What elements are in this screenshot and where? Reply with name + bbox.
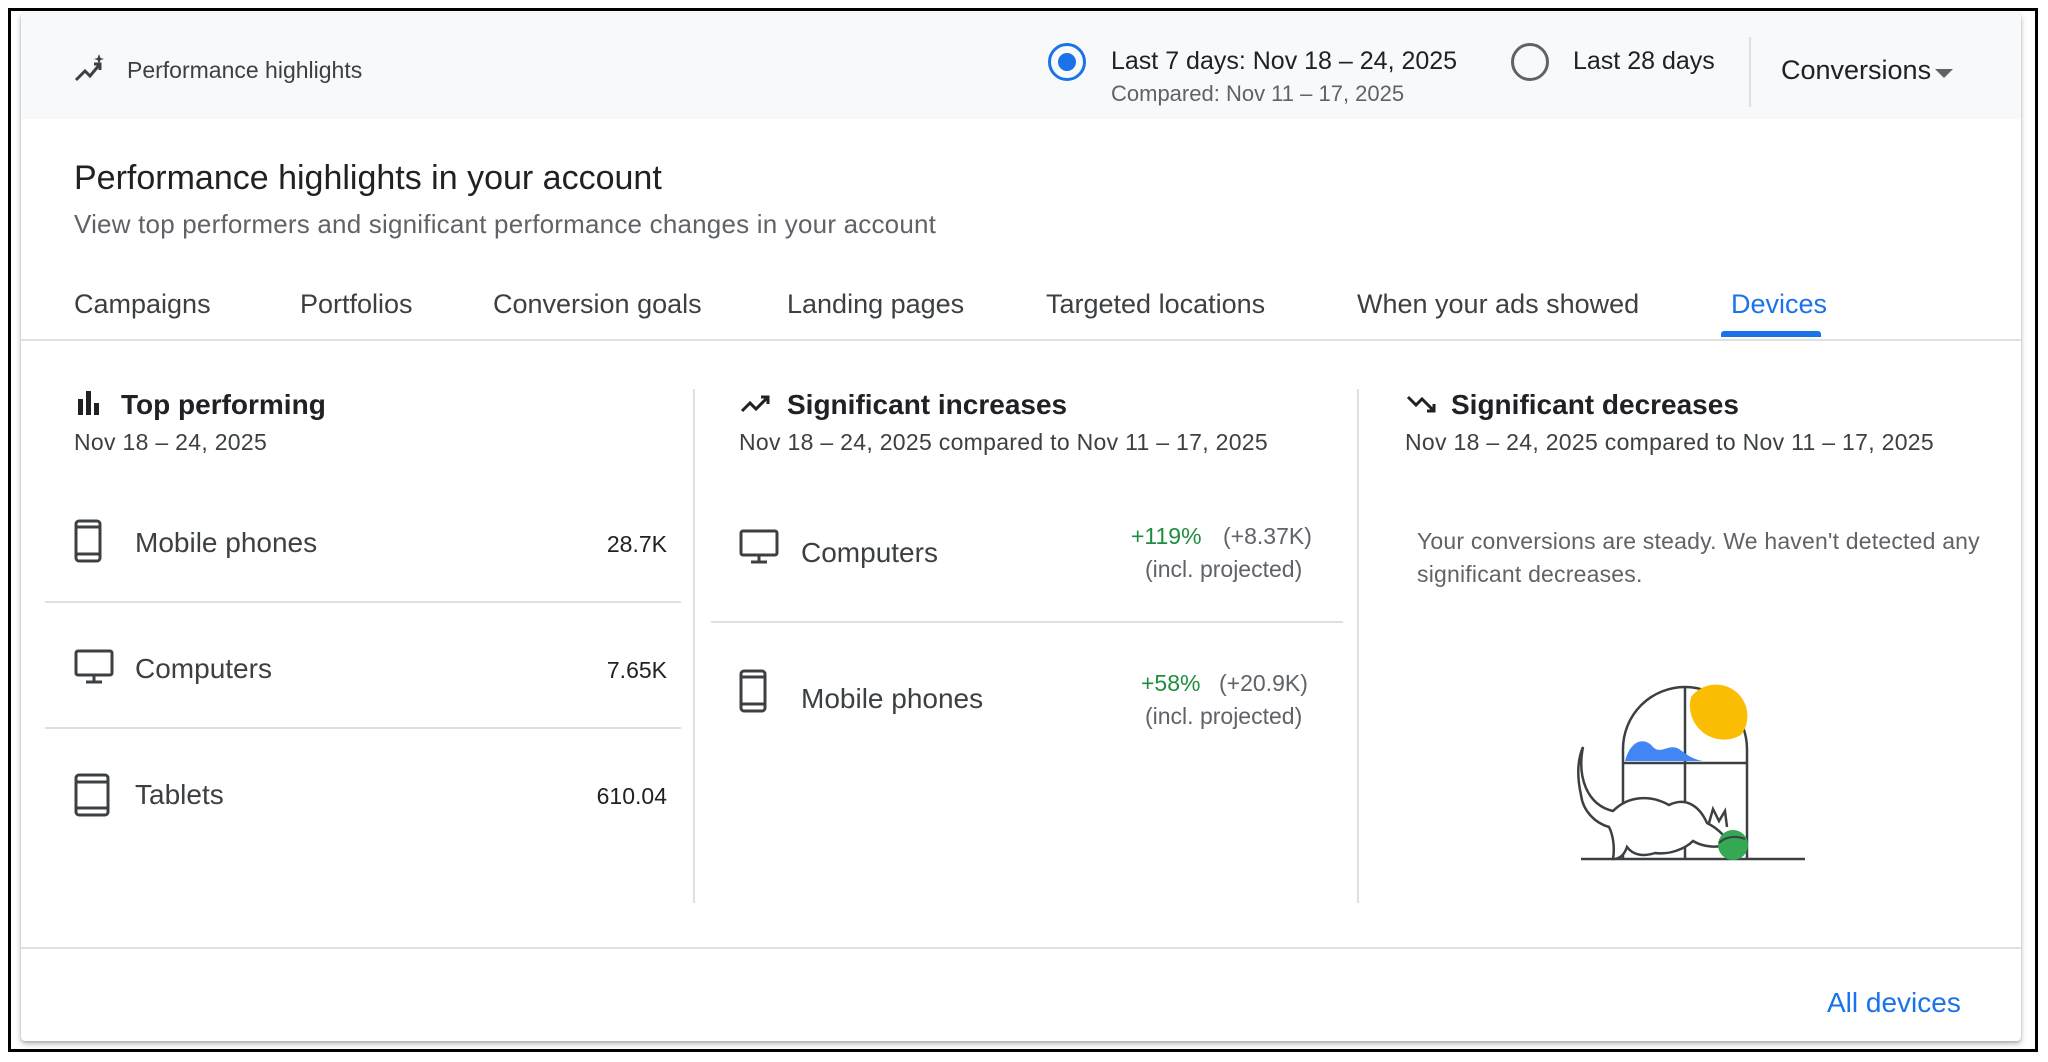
performance-highlights-card: Performance highlights Last 7 days: Nov … [21, 13, 2021, 1041]
row-divider [711, 621, 1343, 623]
metric-dropdown[interactable]: Conversions [1761, 33, 1981, 103]
footer-divider [21, 947, 2021, 949]
top-row-tablets-value: 610.04 [596, 783, 667, 809]
tab-campaigns[interactable]: Campaigns [74, 289, 211, 320]
row-divider [45, 601, 681, 603]
compared-range-label: Compared: Nov 11 – 17, 2025 [1111, 81, 1405, 106]
increase-row-mobile-phones-percent: +58% [1141, 670, 1201, 696]
increase-row-computers-percent: +119% [1131, 523, 1202, 549]
metric-dropdown-label: Conversions [1781, 55, 1932, 85]
computer-icon [739, 529, 779, 564]
increase-row-computers-note: (incl. projected) [1145, 556, 1303, 582]
significant-increases-title: Significant increases [787, 389, 1068, 420]
increase-row-mobile-phones-note: (incl. projected) [1145, 703, 1303, 729]
column-divider [693, 389, 695, 903]
top-performing-date: Nov 18 – 24, 2025 [74, 429, 268, 455]
trending-up-icon [740, 395, 770, 413]
increase-row-computers-label: Computers [801, 537, 938, 568]
tab-targeted-locations[interactable]: Targeted locations [1046, 289, 1265, 320]
cat-window-illustration [1577, 684, 1805, 861]
significant-decreases-title: Significant decreases [1451, 389, 1739, 420]
tab-devices[interactable]: Devices [1731, 289, 1827, 320]
top-row-mobile-phones-value: 28.7K [606, 531, 667, 557]
all-devices-link[interactable]: All devices [1827, 987, 1961, 1019]
bar-chart-icon [78, 391, 99, 415]
top-row-computers-label: Computers [135, 653, 272, 684]
top-row-computers-value: 7.65K [606, 657, 667, 683]
header-title: Performance highlights [127, 57, 363, 83]
header-bar: Performance highlights Last 7 days: Nov … [21, 13, 2021, 119]
top-performing-title: Top performing [121, 389, 326, 420]
increase-row-mobile-phones-change: (+20.9K) [1219, 670, 1308, 696]
column-divider [1357, 389, 1359, 903]
mobile-phone-icon [74, 519, 102, 563]
significant-increases-date: Nov 18 – 24, 2025 compared to Nov 11 – 1… [739, 429, 1268, 455]
tab-conversion-goals[interactable]: Conversion goals [493, 289, 702, 320]
tab-landing-pages[interactable]: Landing pages [787, 289, 964, 320]
row-divider [45, 727, 681, 729]
top-row-mobile-phones-label: Mobile phones [135, 527, 318, 558]
screenshot-frame: Performance highlights Last 7 days: Nov … [8, 8, 2038, 1052]
mobile-phone-icon [739, 669, 767, 713]
last-7-days-radio[interactable] [1048, 43, 1086, 81]
dropdown-arrow-icon [1935, 69, 1953, 78]
page-subtitle: View top performers and significant perf… [74, 209, 937, 239]
last-28-days-label[interactable]: Last 28 days [1573, 47, 1715, 76]
auto-trend-icon [74, 54, 104, 82]
top-row-tablets-label: Tablets [135, 779, 224, 810]
tab-bar: Campaigns Portfolios Conversion goals La… [21, 281, 2021, 341]
increase-row-mobile-phones-label: Mobile phones [801, 683, 984, 714]
tablet-icon [74, 773, 110, 817]
no-decreases-message: Your conversions are steady. We haven't … [1417, 528, 1980, 587]
computer-icon [74, 649, 114, 684]
trending-down-icon [1406, 395, 1436, 413]
tab-portfolios[interactable]: Portfolios [300, 289, 413, 320]
active-tab-indicator [1721, 331, 1821, 337]
page-title: Performance highlights in your account [74, 159, 662, 197]
increase-row-computers-change: (+8.37K) [1223, 523, 1312, 549]
last-7-days-label[interactable]: Last 7 days: Nov 18 – 24, 2025 [1111, 47, 1457, 76]
significant-decreases-date: Nov 18 – 24, 2025 compared to Nov 11 – 1… [1405, 429, 1934, 455]
last-28-days-radio[interactable] [1511, 43, 1549, 81]
header-divider [1749, 37, 1751, 107]
tab-when-your-ads-showed[interactable]: When your ads showed [1357, 289, 1639, 320]
